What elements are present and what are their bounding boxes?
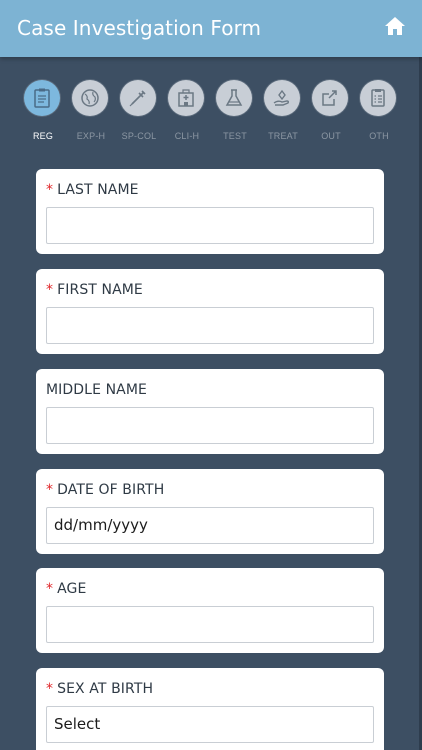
step-cli-h[interactable]: CLI-H	[168, 80, 206, 141]
field-label-text: AGE	[57, 581, 87, 597]
middle-name-label: MIDDLE NAME	[46, 382, 147, 398]
flask-icon	[216, 80, 252, 116]
required-marker: *	[46, 581, 54, 597]
field-label-text: DATE OF BIRTH	[57, 482, 165, 498]
list-icon	[360, 80, 396, 116]
step-sp-col[interactable]: SP-COL	[120, 80, 158, 141]
home-icon[interactable]	[384, 15, 406, 37]
first-name-label: * FIRST NAME	[46, 282, 143, 298]
sex-card: * SEX AT BIRTH Select	[36, 668, 384, 750]
share-icon	[312, 80, 348, 116]
field-label-text: SEX AT BIRTH	[57, 681, 154, 697]
step-oth[interactable]: OTH	[360, 80, 398, 141]
sex-select[interactable]: Select	[46, 706, 374, 743]
clipboard-icon	[24, 80, 60, 116]
dob-input[interactable]: dd/mm/yyyy	[46, 507, 374, 544]
hand-care-icon	[264, 80, 300, 116]
app-header: Case Investigation Form	[0, 0, 422, 57]
step-label: OTH	[369, 131, 389, 141]
middle-name-card: MIDDLE NAME	[36, 369, 384, 454]
step-navigation: REG EXP-H SP-COL CLI-H TEST TREAT OUT OT…	[0, 80, 422, 146]
field-label-text: FIRST NAME	[57, 282, 143, 298]
step-out[interactable]: OUT	[312, 80, 350, 141]
required-marker: *	[46, 282, 54, 298]
globe-icon	[72, 80, 108, 116]
step-test[interactable]: TEST	[216, 80, 254, 141]
last-name-input[interactable]	[46, 207, 374, 244]
last-name-label: * LAST NAME	[46, 182, 139, 198]
field-label-text: LAST NAME	[57, 182, 139, 198]
step-exp-h[interactable]: EXP-H	[72, 80, 110, 141]
required-marker: *	[46, 182, 54, 198]
step-reg[interactable]: REG	[24, 80, 62, 141]
required-marker: *	[46, 482, 54, 498]
sex-label: * SEX AT BIRTH	[46, 681, 153, 697]
dob-label: * DATE OF BIRTH	[46, 482, 164, 498]
middle-name-input[interactable]	[46, 407, 374, 444]
page-title: Case Investigation Form	[17, 16, 262, 40]
step-treat[interactable]: TREAT	[264, 80, 302, 141]
required-marker: *	[46, 681, 54, 697]
age-input[interactable]	[46, 606, 374, 643]
dob-card: * DATE OF BIRTH dd/mm/yyyy	[36, 469, 384, 554]
first-name-card: * FIRST NAME	[36, 269, 384, 354]
age-card: * AGE	[36, 568, 384, 653]
last-name-card: * LAST NAME	[36, 169, 384, 254]
syringe-icon	[120, 80, 156, 116]
hospital-icon	[168, 80, 204, 116]
first-name-input[interactable]	[46, 307, 374, 344]
age-label: * AGE	[46, 581, 86, 597]
